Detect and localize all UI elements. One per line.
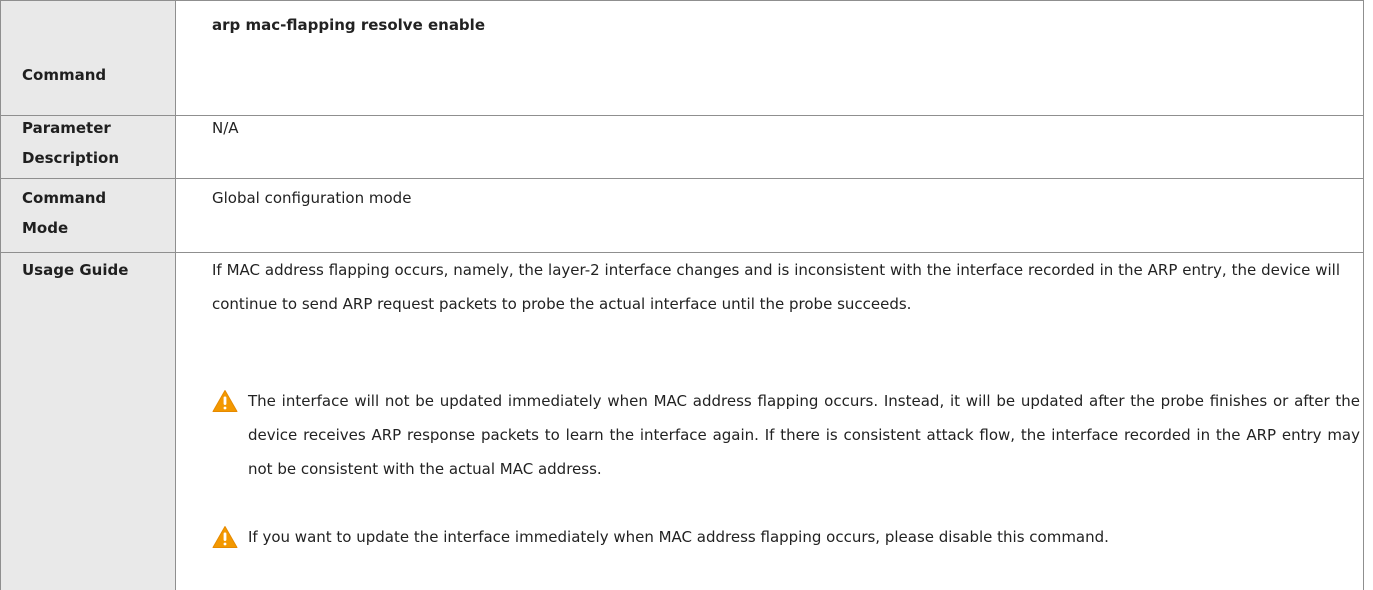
command-mode-value: Global configuration mode <box>212 189 412 207</box>
command-syntax: arp mac-flapping resolve enable <box>212 16 485 34</box>
row-usage-guide: Usage Guide If MAC address flapping occu… <box>0 252 1373 590</box>
caution-text: The interface will not be updated immedi… <box>248 392 1360 478</box>
warning-triangle-icon <box>212 390 238 412</box>
row-command: Command arp mac-flapping resolve enable <box>0 0 1373 115</box>
caution-text: If you want to update the interface imme… <box>248 528 1109 546</box>
command-mode-label-line2: Mode <box>22 219 69 237</box>
warning-triangle-icon <box>212 526 238 548</box>
usage-guide-label: Usage Guide <box>22 261 129 279</box>
parameter-description-value: N/A <box>212 119 239 137</box>
row-parameter-description: Parameter Description N/A <box>0 115 1373 178</box>
parameter-description-label-line2: Description <box>22 149 120 167</box>
caution-note: The interface will not be updated immedi… <box>212 384 1360 486</box>
command-label: Command <box>22 66 107 84</box>
parameter-description-label-line1: Parameter <box>22 119 111 137</box>
command-mode-label-line1: Command <box>22 189 107 207</box>
caution-note: If you want to update the interface imme… <box>212 520 1360 554</box>
command-reference-table: Command arp mac-flapping resolve enable … <box>0 0 1373 590</box>
row-command-mode: Command Mode Global configuration mode <box>0 178 1373 252</box>
usage-guide-paragraph: If MAC address flapping occurs, namely, … <box>212 261 1340 313</box>
